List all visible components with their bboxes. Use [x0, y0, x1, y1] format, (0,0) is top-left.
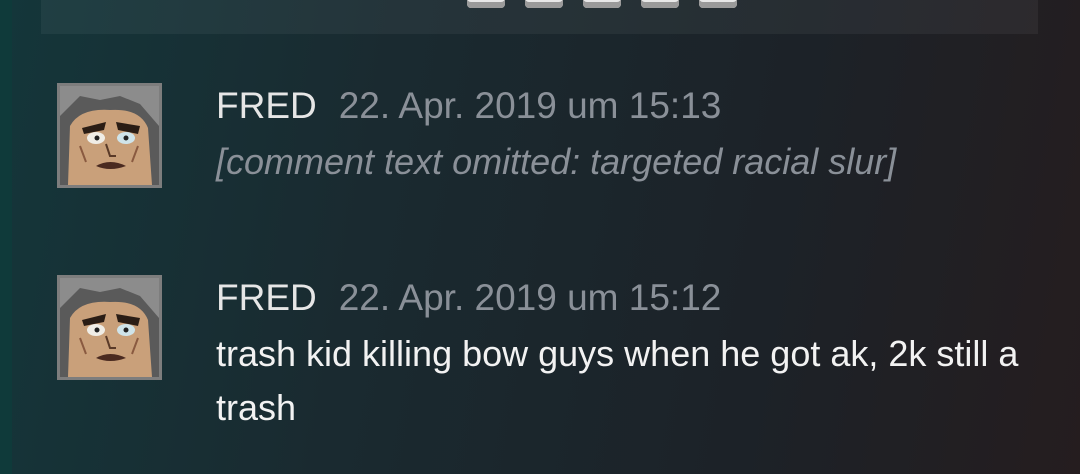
emote-icon: [525, 0, 563, 8]
left-edge-strip: [0, 0, 12, 474]
cartoon-face-avatar-icon: [60, 86, 159, 185]
comment-body: FRED 22. Apr. 2019 um 15:12 trash kid kil…: [216, 275, 1056, 435]
comment-body: FRED 22. Apr. 2019 um 15:13 [comment text…: [216, 83, 1056, 189]
comment-header: FRED 22. Apr. 2019 um 15:12: [216, 275, 1056, 321]
emote-icon: [467, 0, 505, 8]
comment-author[interactable]: FRED: [216, 85, 317, 126]
emote-icon: [641, 0, 679, 8]
comment-author[interactable]: FRED: [216, 277, 317, 318]
comment-text: [comment text omitted: targeted racial s…: [216, 141, 897, 182]
emote-icon: [699, 0, 737, 8]
comment-text: trash kid killing bow guys when he got a…: [216, 333, 1019, 428]
emote-row: [467, 0, 737, 8]
avatar[interactable]: [57, 275, 162, 380]
previous-comment-footer: [41, 0, 1038, 34]
cartoon-face-avatar-icon: [60, 278, 159, 377]
comment-header: FRED 22. Apr. 2019 um 15:13: [216, 83, 1056, 129]
emote-icon: [583, 0, 621, 8]
avatar[interactable]: [57, 83, 162, 188]
comment-timestamp: 22. Apr. 2019 um 15:12: [338, 277, 722, 318]
comment-timestamp: 22. Apr. 2019 um 15:13: [338, 85, 722, 126]
